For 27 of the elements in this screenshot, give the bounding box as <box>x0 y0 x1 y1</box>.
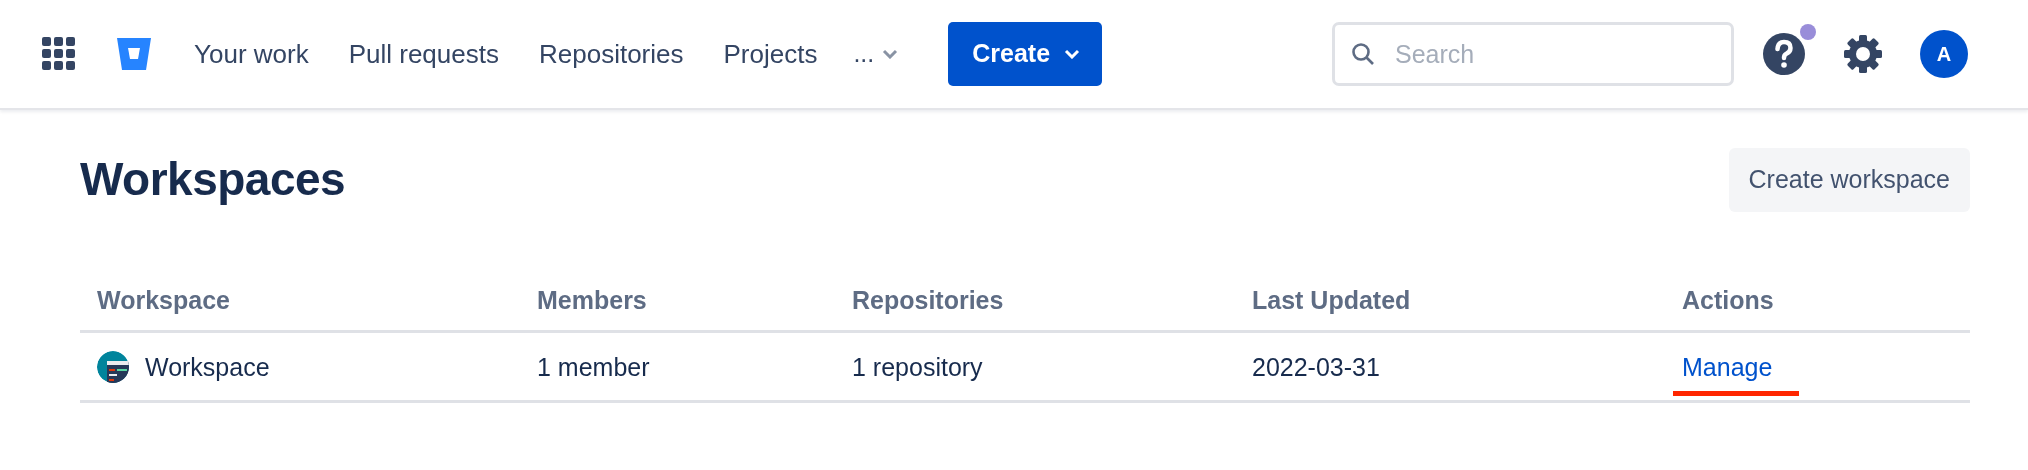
nav-link[interactable]: Your work <box>174 34 329 74</box>
column-header: Last Updated <box>1235 272 1665 331</box>
help-icon[interactable] <box>1762 32 1806 76</box>
workspace-avatar-icon <box>97 351 129 384</box>
workspace-name: Workspace <box>145 351 270 383</box>
search-field[interactable]: Search <box>1332 22 1734 86</box>
column-header: Actions <box>1665 272 1970 331</box>
logo-icon[interactable] <box>116 37 152 71</box>
chevron-down-icon <box>1064 49 1081 59</box>
column-header: Repositories <box>835 272 1235 331</box>
settings-icon[interactable] <box>1844 35 1882 73</box>
table-cell: 1 repository <box>835 331 1235 402</box>
create-button[interactable]: Create <box>948 22 1103 86</box>
more-menu[interactable]: ... <box>837 35 915 73</box>
nav-link[interactable]: Projects <box>703 34 838 74</box>
column-header: Workspace <box>80 272 520 331</box>
table-cell: 2022-03-31 <box>1235 331 1665 402</box>
user-avatar[interactable]: A <box>1920 30 1968 78</box>
nav-link[interactable]: Repositories <box>518 34 704 74</box>
nav-link[interactable]: Pull requests <box>328 34 519 74</box>
column-header: Members <box>520 272 835 331</box>
create-workspace-button[interactable]: Create workspace <box>1728 148 1970 212</box>
table-cell: 1 member <box>520 331 835 402</box>
page-title: Workspaces <box>80 152 346 208</box>
manage-link[interactable]: Manage <box>1682 349 1773 387</box>
app-switcher-icon[interactable] <box>42 37 76 71</box>
chevron-down-icon <box>882 49 899 59</box>
